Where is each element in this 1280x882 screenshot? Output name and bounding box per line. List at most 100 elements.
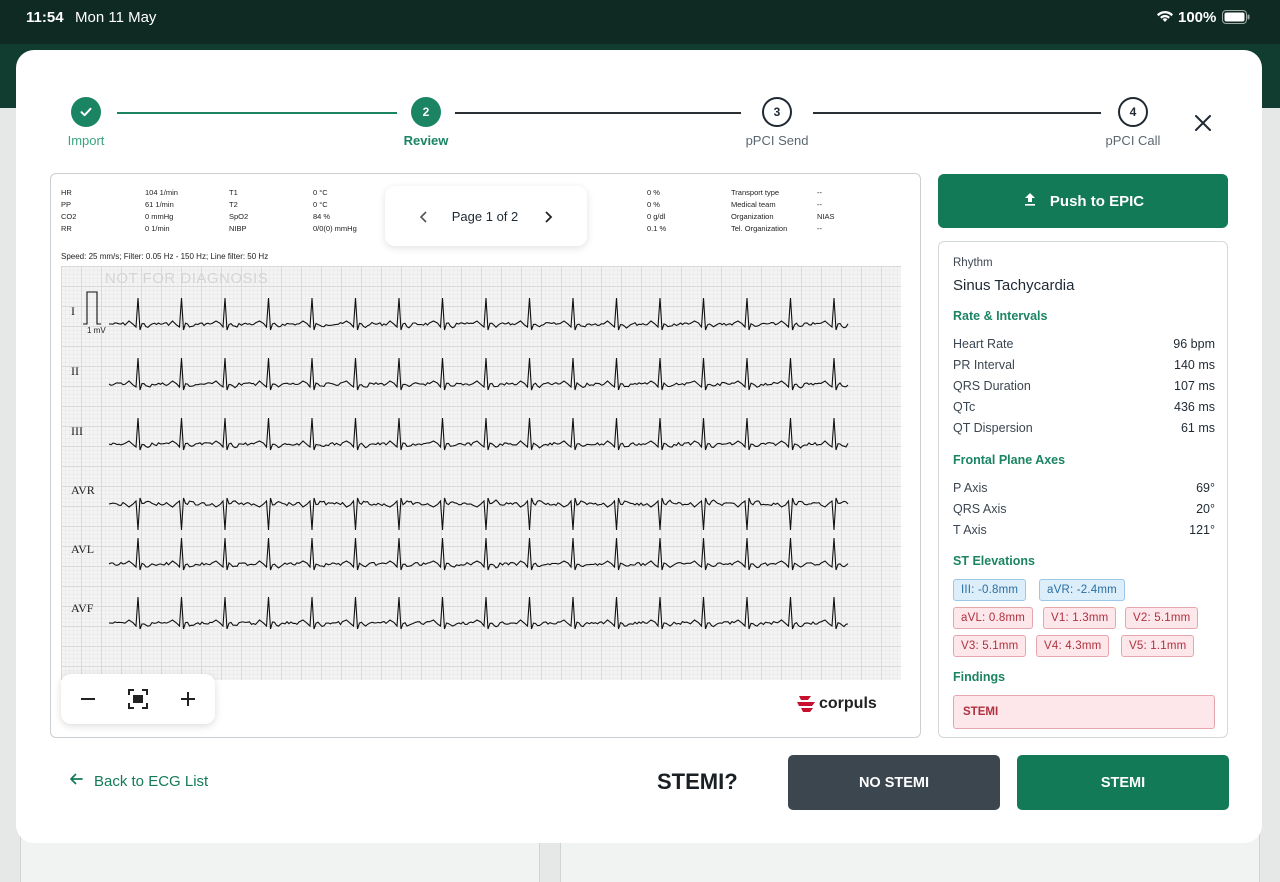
step-3-circle: 3: [762, 97, 792, 127]
wifi-icon: [1156, 9, 1174, 27]
meta-value: 0 1/min: [145, 224, 170, 233]
step-4-circle: 4: [1118, 97, 1148, 127]
fit-screen-icon[interactable]: [126, 687, 150, 711]
ecg-trace-ii: [108, 357, 849, 391]
review-modal: Import 2 Review 3 pPCI Send 4 pPCI Call …: [16, 50, 1262, 843]
meta-key: T2: [229, 200, 238, 209]
meta-key: HR: [61, 188, 72, 197]
upload-icon: [1022, 191, 1038, 211]
st-chip: V4: 4.3mm: [1036, 635, 1110, 657]
rate-row: QTc 436 ms: [953, 400, 1215, 414]
status-date: Mon 11 May: [75, 9, 157, 26]
st-chip: aVL: 0.8mm: [953, 607, 1033, 629]
status-bar: 11:54 Mon 11 May 100%: [0, 0, 1280, 36]
ecg-trace-avr: [108, 497, 849, 531]
step-1-check-icon: [71, 97, 101, 127]
meta-value: --: [817, 224, 822, 233]
axis-row: QRS Axis 20°: [953, 502, 1215, 516]
step-1-label: Import: [67, 133, 105, 148]
meta-key: Transport type: [731, 188, 780, 197]
st-chip: aVR: -2.4mm: [1039, 579, 1125, 601]
step-4-label: pPCI Call: [1105, 133, 1161, 148]
step-3-label: pPCI Send: [745, 133, 809, 148]
ecg-trace-i: [109, 297, 849, 331]
ecg-analysis-panel: Rhythm Sinus Tachycardia Rate & Interval…: [938, 241, 1228, 738]
back-label: Back to ECG List: [94, 772, 209, 790]
meta-value: 0 %: [647, 200, 660, 209]
frontal-axes-title: Frontal Plane Axes: [953, 453, 1066, 467]
ecg-speed-info: Speed: 25 mm/s; Filter: 0.05 Hz - 150 Hz…: [61, 252, 269, 261]
ecg-trace-avf: [108, 596, 849, 630]
no-stemi-button[interactable]: NO STEMI: [788, 755, 1000, 810]
rate-intervals-title: Rate & Intervals: [953, 309, 1048, 323]
meta-key: RR: [61, 224, 72, 233]
ecg-trace-avl: [108, 537, 849, 571]
rate-row: QRS Duration 107 ms: [953, 379, 1215, 393]
meta-key: Organization: [731, 212, 774, 221]
st-elevations-title: ST Elevations: [953, 554, 1035, 568]
st-chip: V3: 5.1mm: [953, 635, 1027, 657]
corpuls-logo: corpuls: [795, 691, 901, 720]
meta-key: Medical team: [731, 200, 776, 209]
close-icon[interactable]: [1190, 110, 1216, 136]
meta-value: 0 g/dl: [647, 212, 666, 221]
rate-row: PR Interval 140 ms: [953, 358, 1215, 372]
st-chip: V1: 1.3mm: [1043, 607, 1117, 629]
stemi-button[interactable]: STEMI: [1017, 755, 1229, 810]
page-navigator: Page 1 of 2: [385, 186, 587, 246]
back-to-ecg-list-link[interactable]: Back to ECG List: [68, 771, 208, 791]
status-time: 11:54: [26, 9, 64, 26]
meta-value: 61 1/min: [145, 200, 174, 209]
meta-key: Tel. Organization: [731, 224, 788, 233]
calibration-pulse: [83, 291, 101, 325]
rate-row: Heart Rate 96 bpm: [953, 337, 1215, 351]
stepper: Import 2 Review 3 pPCI Send 4 pPCI Call: [16, 50, 1262, 160]
st-chip: III: -0.8mm: [953, 579, 1027, 601]
battery-icon: [1222, 10, 1250, 28]
step-2-label: Review: [403, 133, 449, 148]
push-to-epic-label: Push to EPIC: [1049, 192, 1145, 210]
stepper-line: [813, 112, 1101, 114]
meta-value: --: [817, 188, 822, 197]
stemi-question: STEMI?: [657, 769, 738, 794]
rhythm-value: Sinus Tachycardia: [953, 277, 1075, 294]
meta-value: 104 1/min: [145, 188, 178, 197]
page-indicator: Page 1 of 2: [451, 209, 519, 224]
svg-text:corpuls: corpuls: [819, 695, 877, 712]
ecg-grid: NOT FOR DIAGNOSIS I II III AVR AVL AVF 1…: [61, 266, 901, 680]
rhythm-label: Rhythm: [953, 257, 993, 269]
meta-value: 0 °C: [313, 200, 328, 209]
findings-title: Findings: [953, 670, 1006, 684]
meta-value: 84 %: [313, 212, 331, 221]
battery-percent: 100%: [1178, 9, 1217, 26]
ecg-trace-iii: [108, 417, 849, 451]
meta-value: --: [817, 200, 822, 209]
arrow-left-icon: [68, 771, 84, 791]
meta-value: 0.1 %: [647, 224, 667, 233]
zoom-controls: [61, 674, 215, 724]
axis-row: P Axis 69°: [953, 481, 1215, 495]
stepper-line: [455, 112, 741, 114]
stepper-line-done: [117, 112, 397, 114]
rate-row: QT Dispersion 61 ms: [953, 421, 1215, 435]
meta-key: NIBP: [229, 224, 247, 233]
meta-key: PP: [61, 200, 72, 209]
meta-value: 0 °C: [313, 188, 328, 197]
axis-row: T Axis 121°: [953, 523, 1215, 537]
meta-value: 0 %: [647, 188, 660, 197]
meta-key: T1: [229, 188, 238, 197]
ecg-traces: [83, 291, 849, 630]
chevron-left-icon[interactable]: [415, 208, 433, 226]
push-to-epic-button[interactable]: Push to EPIC: [938, 174, 1228, 228]
chevron-right-icon[interactable]: [539, 208, 557, 226]
finding-stemi: STEMI: [953, 695, 1215, 729]
step-2-circle: 2: [411, 97, 441, 127]
meta-key: SpO2: [229, 212, 249, 221]
st-chip: V5: 1.1mm: [1121, 635, 1195, 657]
meta-value: 0/0(0) mmHg: [313, 224, 357, 233]
meta-value: NIAS: [817, 212, 835, 221]
ecg-viewer[interactable]: HR 104 1/min T1 0 °C PP 61 1/min T2 0 °C…: [50, 173, 921, 738]
zoom-out-button[interactable]: [76, 687, 100, 711]
meta-key: CO2: [61, 212, 77, 221]
zoom-in-button[interactable]: [176, 687, 200, 711]
